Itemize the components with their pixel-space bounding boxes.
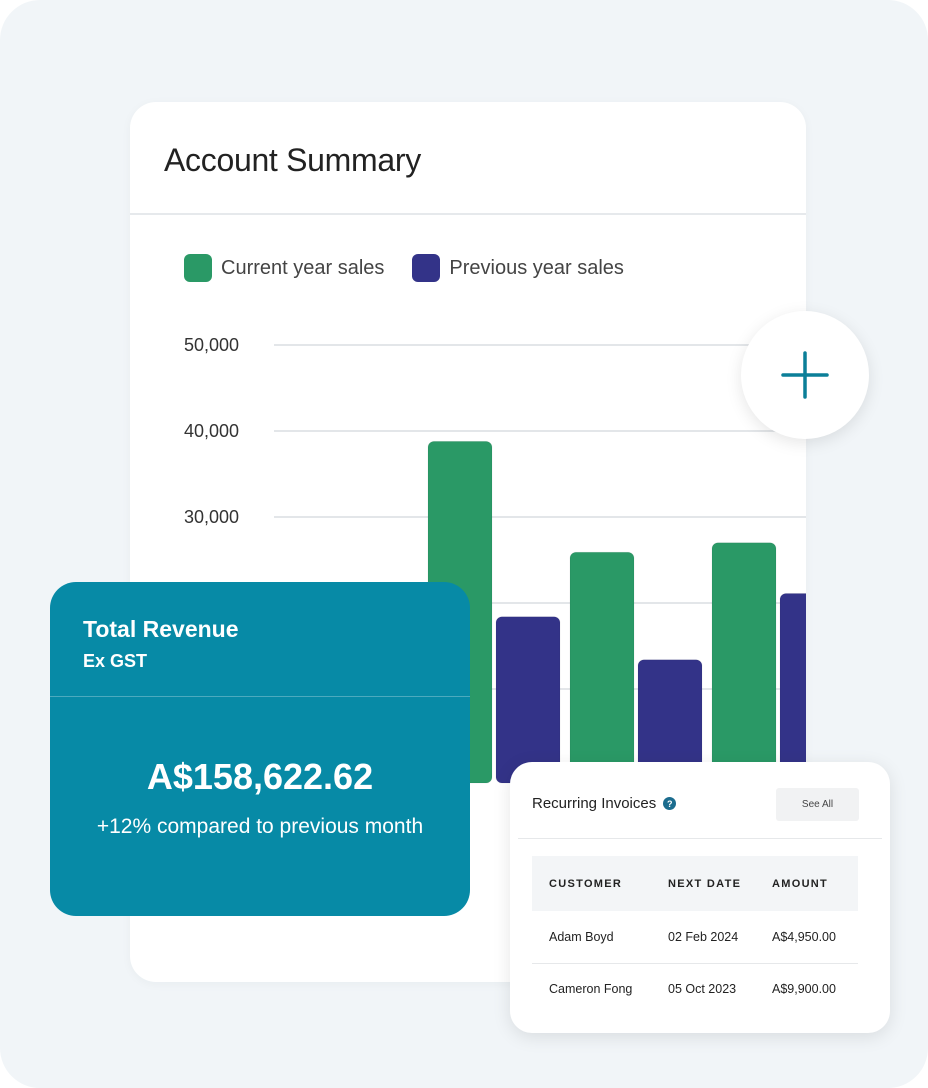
cell-next-date: 05 Oct 2023 [668, 982, 737, 996]
plus-icon [781, 351, 829, 399]
revenue-title: Total Revenue [83, 616, 239, 642]
cell-next-date: 02 Feb 2024 [668, 930, 739, 944]
column-header-amount: AMOUNT [772, 878, 829, 890]
column-header-next-date: NEXT DATE [668, 878, 742, 890]
revenue-comparison: +12% compared to previous month [96, 815, 424, 838]
help-icon[interactable]: ? [663, 797, 677, 810]
table-row[interactable]: Cameron Fong 05 Oct 2023 A$9,900.00 [532, 964, 858, 1016]
invoices-title: Recurring Invoices [532, 795, 657, 812]
y-tick-label: 50,000 [184, 335, 239, 355]
add-button[interactable] [741, 311, 869, 439]
cell-amount: A$9,900.00 [772, 982, 836, 996]
recurring-invoices-card: Recurring Invoices ? See All CUSTOMER NE… [510, 762, 890, 1033]
revenue-subtitle: Ex GST [83, 651, 148, 671]
table-header: CUSTOMER NEXT DATE AMOUNT [532, 856, 858, 911]
revenue-divider [50, 696, 470, 697]
cell-customer: Cameron Fong [549, 982, 633, 996]
invoices-divider [518, 838, 882, 839]
cell-amount: A$4,950.00 [772, 930, 836, 944]
invoices-title-wrap: Recurring Invoices ? [532, 795, 677, 812]
cell-customer: Adam Boyd [549, 930, 614, 944]
bar-current [711, 542, 777, 784]
y-tick-label: 40,000 [184, 421, 239, 441]
table-row[interactable]: Adam Boyd 02 Feb 2024 A$4,950.00 [532, 912, 858, 964]
total-revenue-card: Total Revenue Ex GST A$158,622.62 +12% c… [50, 582, 470, 916]
column-header-customer: CUSTOMER [549, 878, 623, 890]
bar-previous [495, 616, 561, 784]
revenue-amount: A$158,622.62 [146, 756, 374, 797]
bar-previous [779, 593, 806, 784]
see-all-button[interactable]: See All [776, 788, 859, 821]
bar-current [569, 551, 635, 784]
page-background: Account Summary Current year sales Previ… [0, 0, 928, 1088]
y-tick-label: 30,000 [184, 507, 239, 527]
